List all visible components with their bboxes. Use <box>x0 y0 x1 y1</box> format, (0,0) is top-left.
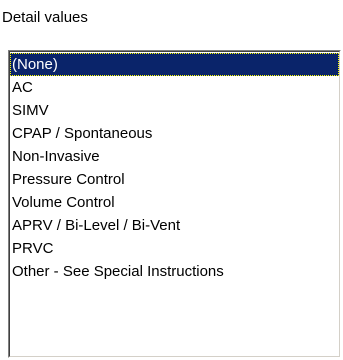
list-item-aprv-bi-level-bi-vent[interactable]: APRV / Bi-Level / Bi-Vent <box>10 214 339 237</box>
detail-values-label: Detail values <box>2 9 88 26</box>
list-item-other-see-special-instructions[interactable]: Other - See Special Instructions <box>10 260 339 283</box>
list-item-volume-control[interactable]: Volume Control <box>10 191 339 214</box>
list-item-ac[interactable]: AC <box>10 76 339 99</box>
detail-values-listbox[interactable]: (None) AC SIMV CPAP / Spontaneous Non-In… <box>8 50 341 358</box>
listbox-frame: (None) AC SIMV CPAP / Spontaneous Non-In… <box>9 51 340 357</box>
list-item-none[interactable]: (None) <box>10 53 339 76</box>
list-item-non-invasive[interactable]: Non-Invasive <box>10 145 339 168</box>
detail-values-list[interactable]: (None) AC SIMV CPAP / Spontaneous Non-In… <box>10 53 339 283</box>
list-item-simv[interactable]: SIMV <box>10 99 339 122</box>
list-item-prvc[interactable]: PRVC <box>10 237 339 260</box>
list-item-pressure-control[interactable]: Pressure Control <box>10 168 339 191</box>
list-item-cpap-spontaneous[interactable]: CPAP / Spontaneous <box>10 122 339 145</box>
